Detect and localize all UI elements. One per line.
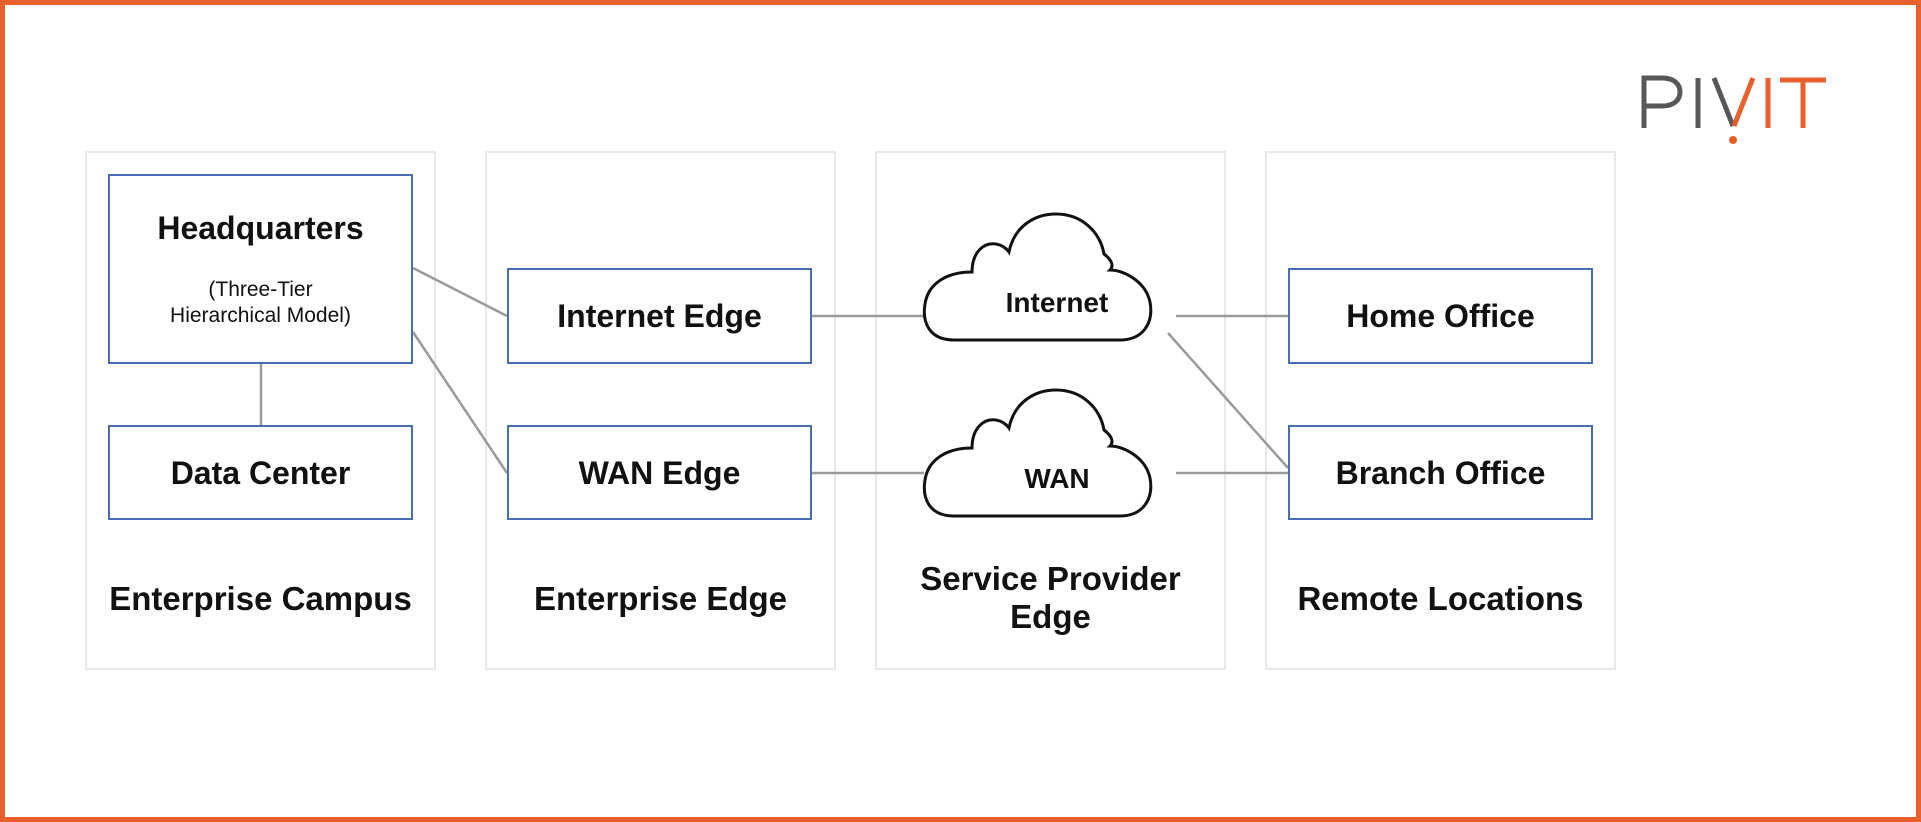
headquarters-subtitle-line1: (Three-Tier xyxy=(208,278,313,301)
data-center-title: Data Center xyxy=(170,454,351,491)
pivit-logo xyxy=(1640,70,1830,150)
node-wan-edge[interactable]: WAN Edge xyxy=(507,425,812,520)
node-internet-edge[interactable]: Internet Edge xyxy=(507,268,812,364)
panel-label-service-provider-line1: Service Provider xyxy=(920,560,1181,597)
panel-label-enterprise-campus: Enterprise Campus xyxy=(109,580,412,617)
home-office-title: Home Office xyxy=(1346,298,1535,334)
headquarters-title: Headquarters xyxy=(157,210,364,246)
panel-label-service-provider-edge: Service Provider Edge xyxy=(875,560,1226,636)
connector-hq-wan-edge xyxy=(411,331,509,474)
internet-cloud-label[interactable]: Internet xyxy=(957,287,1157,319)
wan-cloud-label[interactable]: WAN xyxy=(957,463,1157,495)
panel-label-enterprise-edge: Enterprise Edge xyxy=(533,580,788,617)
node-headquarters[interactable]: Headquarters (Three-Tier Hierarchical Mo… xyxy=(108,174,413,364)
internet-edge-title: Internet Edge xyxy=(557,298,762,334)
node-data-center[interactable]: Data Center xyxy=(108,425,413,520)
wan-cloud-icon xyxy=(922,388,1153,518)
node-home-office[interactable]: Home Office xyxy=(1288,268,1593,364)
node-branch-office[interactable]: Branch Office xyxy=(1288,425,1593,520)
internet-cloud-icon xyxy=(922,212,1153,342)
headquarters-subtitle: (Three-Tier Hierarchical Model) xyxy=(170,277,351,329)
wan-edge-title: WAN Edge xyxy=(578,454,741,491)
pivit-logo-mark xyxy=(1641,75,1826,144)
connector-lines xyxy=(259,212,1289,518)
headquarters-subtitle-line2: Hierarchical Model) xyxy=(170,304,351,327)
branch-office-title: Branch Office xyxy=(1335,454,1546,491)
panel-label-service-provider-line2: Edge xyxy=(1010,598,1091,635)
connector-internet-branch-office xyxy=(1167,332,1289,469)
connector-hq-internet-edge xyxy=(412,266,508,318)
panel-label-remote-locations: Remote Locations xyxy=(1297,580,1584,617)
